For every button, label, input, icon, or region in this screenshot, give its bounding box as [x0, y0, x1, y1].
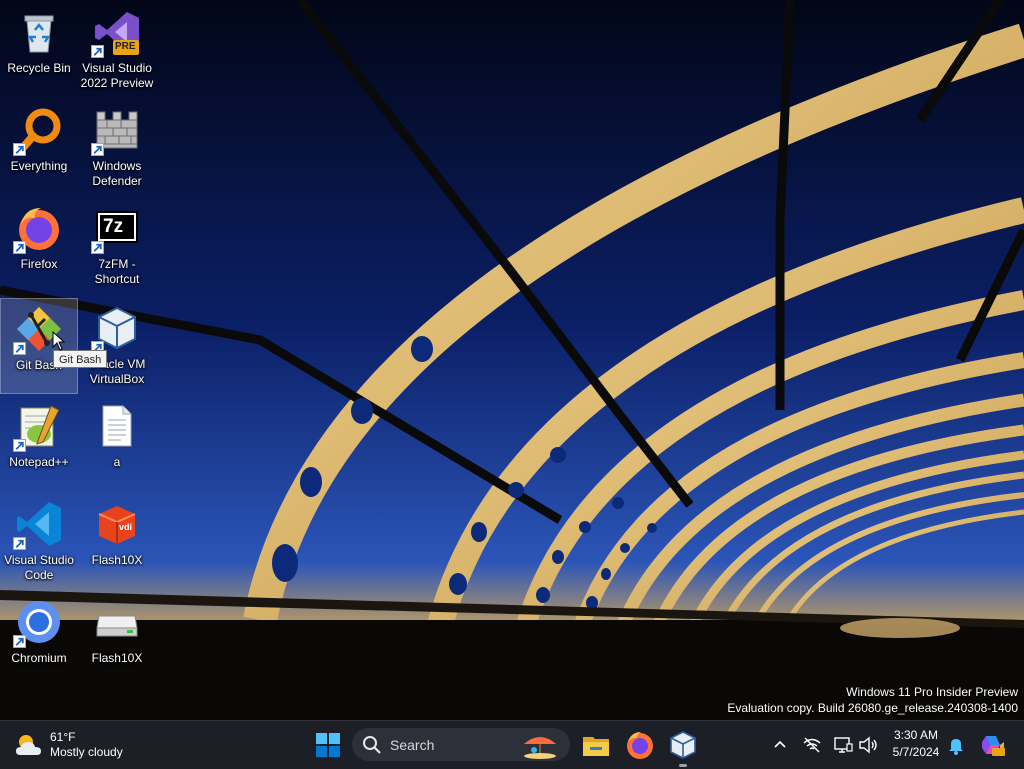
shortcut-arrow-icon [13, 537, 26, 550]
display-icon [834, 737, 853, 753]
taskbar-search[interactable]: Search [352, 728, 570, 761]
partly-cloudy-icon [16, 735, 41, 755]
shortcut-arrow-icon [13, 241, 26, 254]
network-off-icon [803, 737, 821, 753]
virtualbox-icon [670, 731, 696, 759]
desktop-icon-notepad-plus-plus[interactable]: Notepad++ [0, 396, 78, 492]
drive-icon [96, 615, 138, 637]
evaluation-watermark: Windows 11 Pro Insider Preview Evaluatio… [727, 684, 1018, 716]
desktop-icon-visual-studio-preview[interactable]: PRE Visual Studio 2022 Preview [78, 2, 156, 98]
mouse-cursor-icon [52, 331, 66, 351]
chevron-up-icon [774, 740, 786, 748]
desktop-icon-windows-defender[interactable]: Windows Defender [78, 100, 156, 196]
watermark-edition: Windows 11 Pro Insider Preview [846, 685, 1018, 699]
copilot-icon [982, 736, 1005, 756]
vdi-glyph: vdi [119, 522, 133, 532]
desktop-icon-firefox[interactable]: Firefox [0, 198, 78, 294]
tray-volume[interactable] [857, 734, 879, 756]
desktop-icon-everything[interactable]: Everything [0, 100, 78, 196]
icon-label: Notepad++ [9, 455, 69, 469]
text-file-icon [102, 405, 132, 447]
shortcut-arrow-icon [91, 143, 104, 156]
desktop-icon-chromium[interactable]: Chromium [0, 592, 78, 688]
desktop-icon-flash10x-drive[interactable]: Flash10X [78, 592, 156, 688]
running-indicator [679, 764, 687, 767]
shortcut-arrow-icon [13, 342, 26, 355]
bell-icon [949, 739, 963, 755]
icon-label: Chromium [11, 651, 67, 665]
icon-label: Visual Studio 2022 Preview [80, 61, 154, 90]
shortcut-arrow-icon [91, 45, 104, 58]
icon-label: Flash10X [91, 553, 143, 567]
taskbar: 61°F Mostly cloudy Search 3:30 AM 5/7/20… [0, 720, 1024, 769]
icon-label: Everything [10, 159, 68, 173]
weather-temperature: 61°F [50, 730, 76, 744]
shortcut-arrow-icon [13, 439, 26, 452]
icon-label: Visual Studio Code [4, 553, 74, 582]
desktop-icon-vscode[interactable]: Visual Studio Code [0, 494, 78, 590]
file-explorer-icon [583, 737, 609, 756]
start-button[interactable] [313, 730, 343, 760]
search-placeholder: Search [390, 736, 435, 753]
icon-label: 7zFM - Shortcut [94, 257, 140, 286]
search-highlight-icon [524, 737, 556, 759]
taskbar-virtualbox[interactable] [667, 729, 699, 767]
icon-label: Windows Defender [92, 159, 142, 188]
recycle-bin-icon [24, 15, 54, 53]
taskbar-clock[interactable]: 3:30 AM 5/7/2024 [884, 727, 948, 761]
search-icon [363, 735, 381, 754]
desktop[interactable]: Recycle Bin PRE Visual Studio 2022 Previ… [0, 0, 1024, 720]
clock-time: 3:30 AM [893, 728, 939, 742]
tooltip: Git Bash [53, 350, 108, 368]
flash10x-icon [98, 506, 136, 544]
show-hidden-icons-button[interactable] [769, 734, 791, 756]
clock-date: 5/7/2024 [892, 745, 940, 759]
weather-condition: Mostly cloudy [50, 745, 123, 759]
desktop-icon-recycle-bin[interactable]: Recycle Bin [0, 2, 78, 98]
firefox-icon [627, 732, 653, 759]
icon-label: Firefox [20, 257, 58, 271]
desktop-icon-flash10x-vdi[interactable]: vdi Flash10X [78, 494, 156, 590]
pre-badge: PRE [115, 41, 136, 52]
tray-display[interactable] [832, 734, 854, 756]
shortcut-arrow-icon [13, 635, 26, 648]
icon-label: a [113, 455, 121, 469]
weather-widget[interactable]: 61°F Mostly cloudy [14, 727, 123, 763]
desktop-icon-a[interactable]: a [78, 396, 156, 492]
shortcut-arrow-icon [13, 143, 26, 156]
notifications-button[interactable] [945, 734, 967, 756]
shortcut-arrow-icon [91, 241, 104, 254]
icon-label: Recycle Bin [7, 61, 71, 75]
copilot-button[interactable] [980, 732, 1006, 758]
volume-icon [859, 736, 877, 754]
desktop-icon-git-bash[interactable]: Git Bash [0, 298, 78, 394]
desktop-icon-7zip[interactable]: 7z 7zFM - Shortcut [78, 198, 156, 294]
7z-glyph: 7z [103, 216, 124, 237]
icon-label: Flash10X [91, 651, 143, 665]
taskbar-firefox[interactable] [624, 729, 656, 761]
watermark-build: Evaluation copy. Build 26080.ge_release.… [727, 701, 1018, 715]
desktop-icon-virtualbox[interactable]: Oracle VM VirtualBox [78, 298, 156, 394]
taskbar-file-explorer[interactable] [580, 729, 612, 761]
tray-network[interactable] [801, 734, 823, 756]
